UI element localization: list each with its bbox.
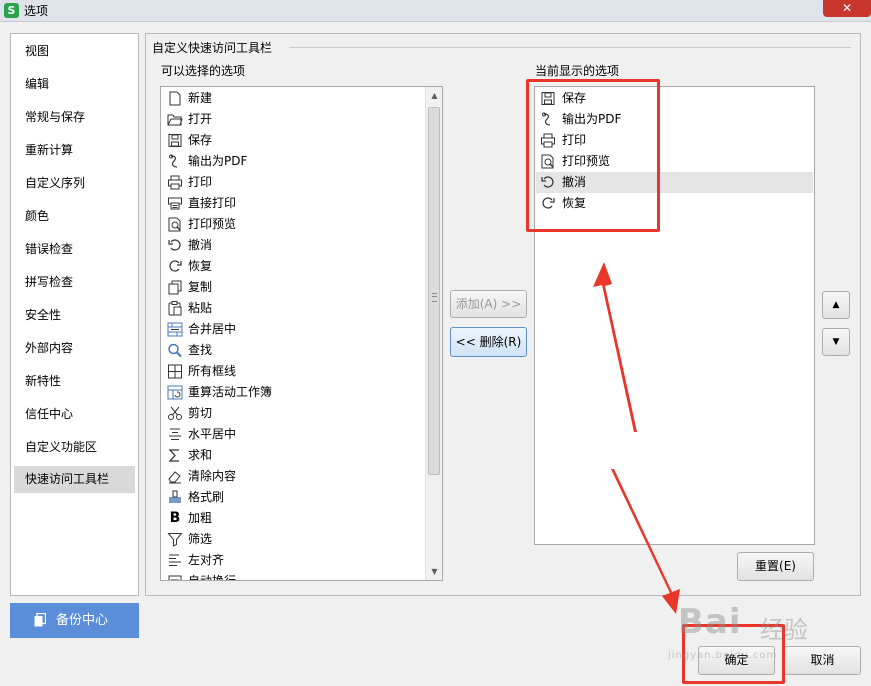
annotation-arrow (593, 262, 637, 432)
annotation-arrows (593, 262, 680, 614)
watermark: Bai 经验 jingyan.baidu.com (660, 596, 830, 676)
watermark-text: 经验 (760, 616, 808, 644)
watermark-logo: Bai (678, 602, 742, 642)
annotation-arrow (611, 469, 680, 614)
watermark-url: jingyan.baidu.com (668, 650, 778, 661)
